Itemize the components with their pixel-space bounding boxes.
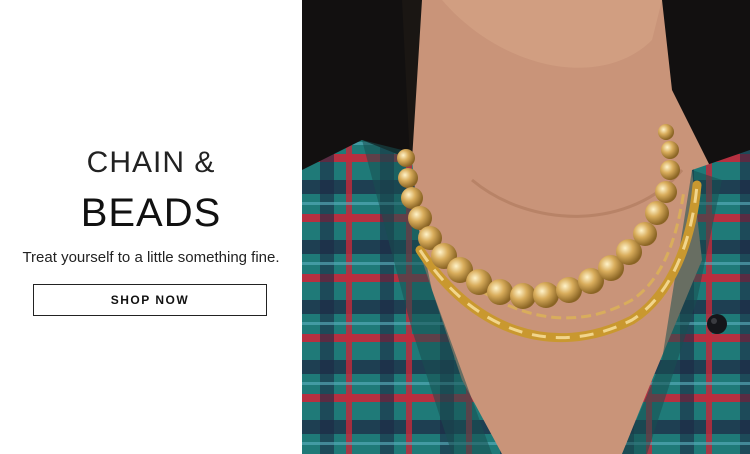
shop-now-button[interactable]: SHOP NOW: [33, 284, 267, 316]
promo-eyebrow: CHAIN &: [86, 146, 216, 179]
photo-illustration: [302, 0, 750, 454]
shirt-button-icon: [707, 314, 727, 334]
promo-text-panel: CHAIN & BEADS Treat yourself to a little…: [0, 0, 302, 454]
promo-tagline: Treat yourself to a little something fin…: [22, 249, 280, 266]
necklace-model-photo[interactable]: [302, 0, 750, 454]
promo-headline: BEADS: [80, 191, 222, 235]
promo-banner: CHAIN & BEADS Treat yourself to a little…: [0, 0, 750, 454]
